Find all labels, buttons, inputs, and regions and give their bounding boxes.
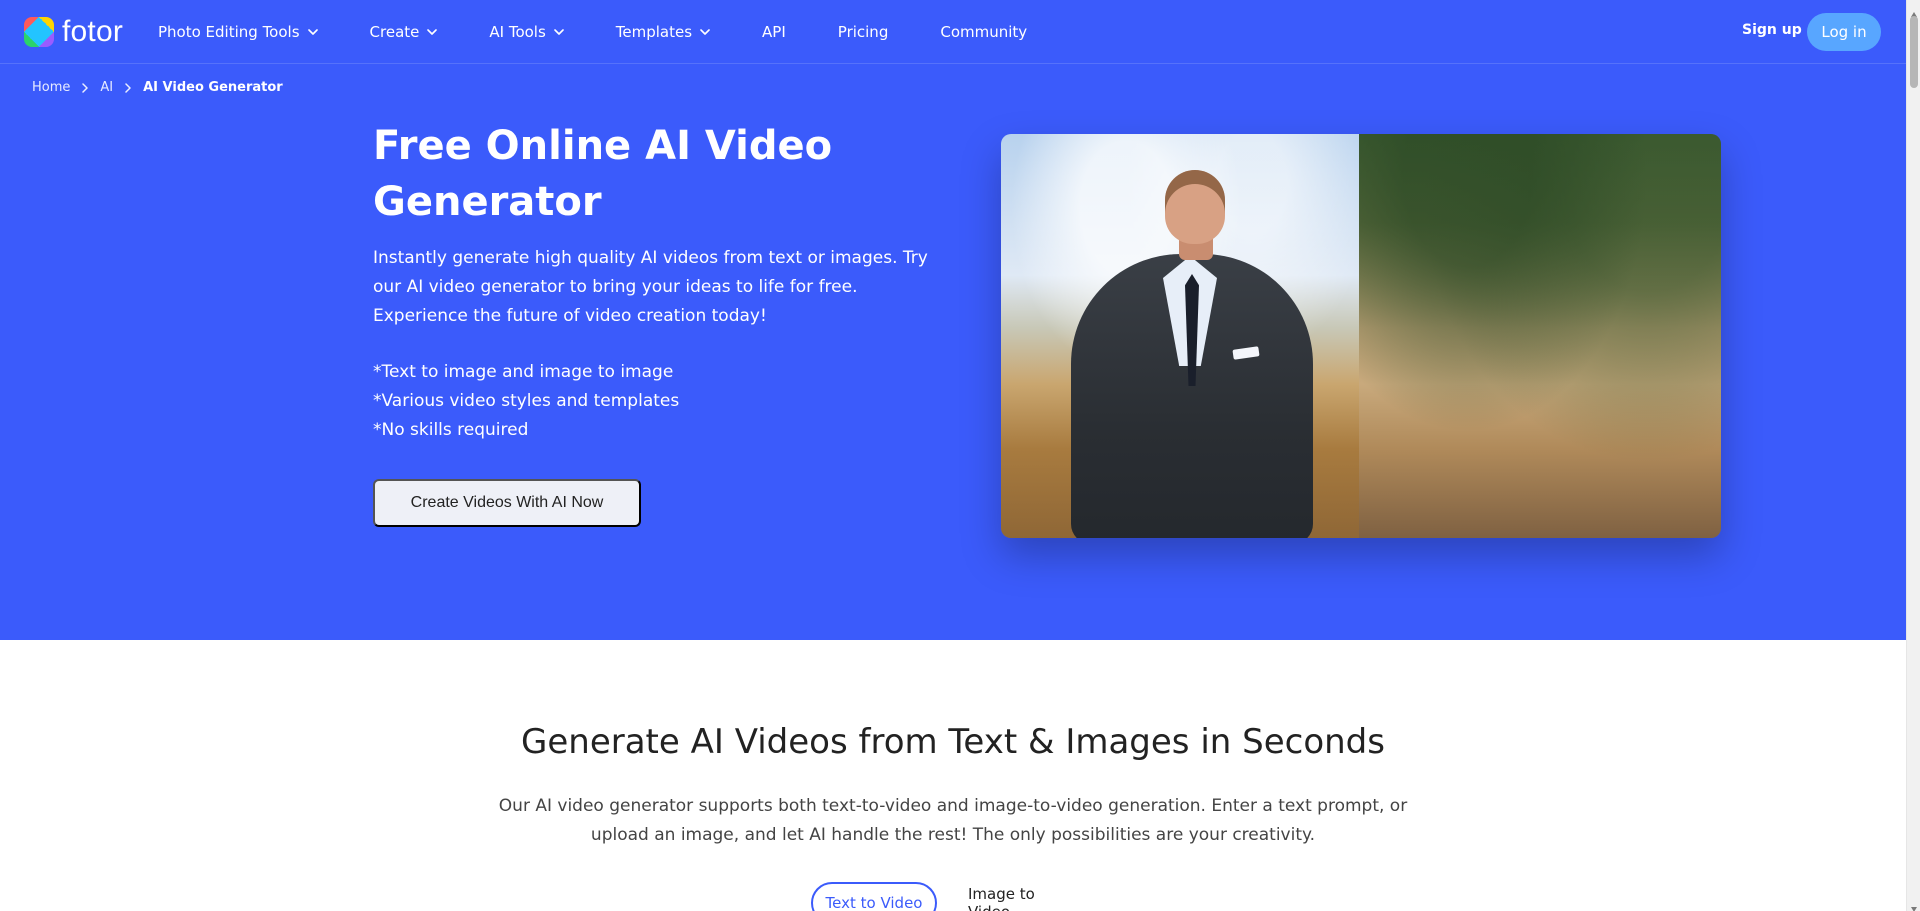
- breadcrumb: Home AI AI Video Generator: [32, 78, 283, 96]
- nav-ai-tools[interactable]: AI Tools: [489, 0, 564, 64]
- hero-image-left-panel: [1001, 134, 1359, 538]
- hero-title-line-2: Generator: [373, 179, 602, 225]
- chevron-down-icon: [307, 27, 318, 37]
- nav-templates-label: Templates: [615, 23, 693, 41]
- hero-title-line-1: Free Online AI Video: [373, 123, 833, 169]
- log-in-button[interactable]: Log in: [1807, 13, 1881, 51]
- chevron-down-icon: [553, 27, 564, 37]
- breadcrumb-home[interactable]: Home: [32, 80, 70, 95]
- fotor-logo-icon: [24, 17, 54, 47]
- scrollbar-thumb[interactable]: [1910, 16, 1918, 88]
- nav-create[interactable]: Create: [370, 0, 438, 64]
- nav-templates[interactable]: Templates: [616, 0, 710, 64]
- man-head: [1165, 170, 1225, 244]
- nav-photo-editing-tools[interactable]: Photo Editing Tools: [158, 0, 318, 64]
- hero-title: Free Online AI Video Generator: [373, 118, 893, 230]
- hero-bullet-3: *No skills required: [373, 420, 529, 440]
- nav-community-label: Community: [940, 23, 1028, 41]
- chevron-down-icon: [427, 27, 438, 37]
- nav-api[interactable]: API: [762, 0, 786, 64]
- vertical-scrollbar[interactable]: [1906, 0, 1920, 911]
- section-description: Our AI video generator supports both tex…: [498, 796, 1408, 845]
- sign-up-link[interactable]: Sign up: [1742, 22, 1802, 38]
- hero-image-right-panel: [1359, 134, 1721, 538]
- nav-ai-tools-label: AI Tools: [489, 23, 546, 41]
- hero-image: [1001, 134, 1721, 538]
- top-navigation: fotor Photo Editing Tools Create AI Tool…: [0, 0, 1906, 64]
- hero-bullet-2: *Various video styles and templates: [373, 391, 680, 411]
- chevron-right-icon: [80, 82, 90, 93]
- generation-tabs: Text to Video Image to Video: [0, 882, 1906, 911]
- hero-bullets: *Text to image and image to image *Vario…: [373, 358, 973, 445]
- section-title: Generate AI Videos from Text & Images in…: [521, 722, 1385, 762]
- triangle-down-icon[interactable]: [1910, 898, 1918, 911]
- nav-create-label: Create: [369, 23, 420, 41]
- create-videos-button[interactable]: Create Videos With AI Now: [373, 479, 641, 527]
- hero-bullet-1: *Text to image and image to image: [373, 362, 674, 382]
- nav-api-label: API: [762, 23, 786, 41]
- nav-community[interactable]: Community: [940, 0, 1027, 64]
- tab-text-to-video[interactable]: Text to Video: [811, 882, 937, 911]
- nav-pricing-label: Pricing: [837, 23, 889, 41]
- tab-image-to-video[interactable]: Image to Video: [968, 882, 1078, 911]
- breadcrumb-current: AI Video Generator: [143, 79, 283, 95]
- nav-pricing[interactable]: Pricing: [838, 0, 889, 64]
- chevron-down-icon: [700, 27, 710, 37]
- nav-photo-editing-tools-label: Photo Editing Tools: [158, 23, 300, 41]
- chevron-right-icon: [123, 82, 133, 93]
- fotor-logo-text: fotor: [62, 15, 124, 48]
- main-nav: Photo Editing Tools Create AI Tools Temp…: [158, 0, 1027, 64]
- triangle-up-icon[interactable]: [1910, 4, 1918, 17]
- hero-description: Instantly generate high quality AI video…: [373, 248, 928, 326]
- breadcrumb-ai[interactable]: AI: [100, 80, 113, 95]
- fotor-logo[interactable]: fotor: [24, 15, 124, 48]
